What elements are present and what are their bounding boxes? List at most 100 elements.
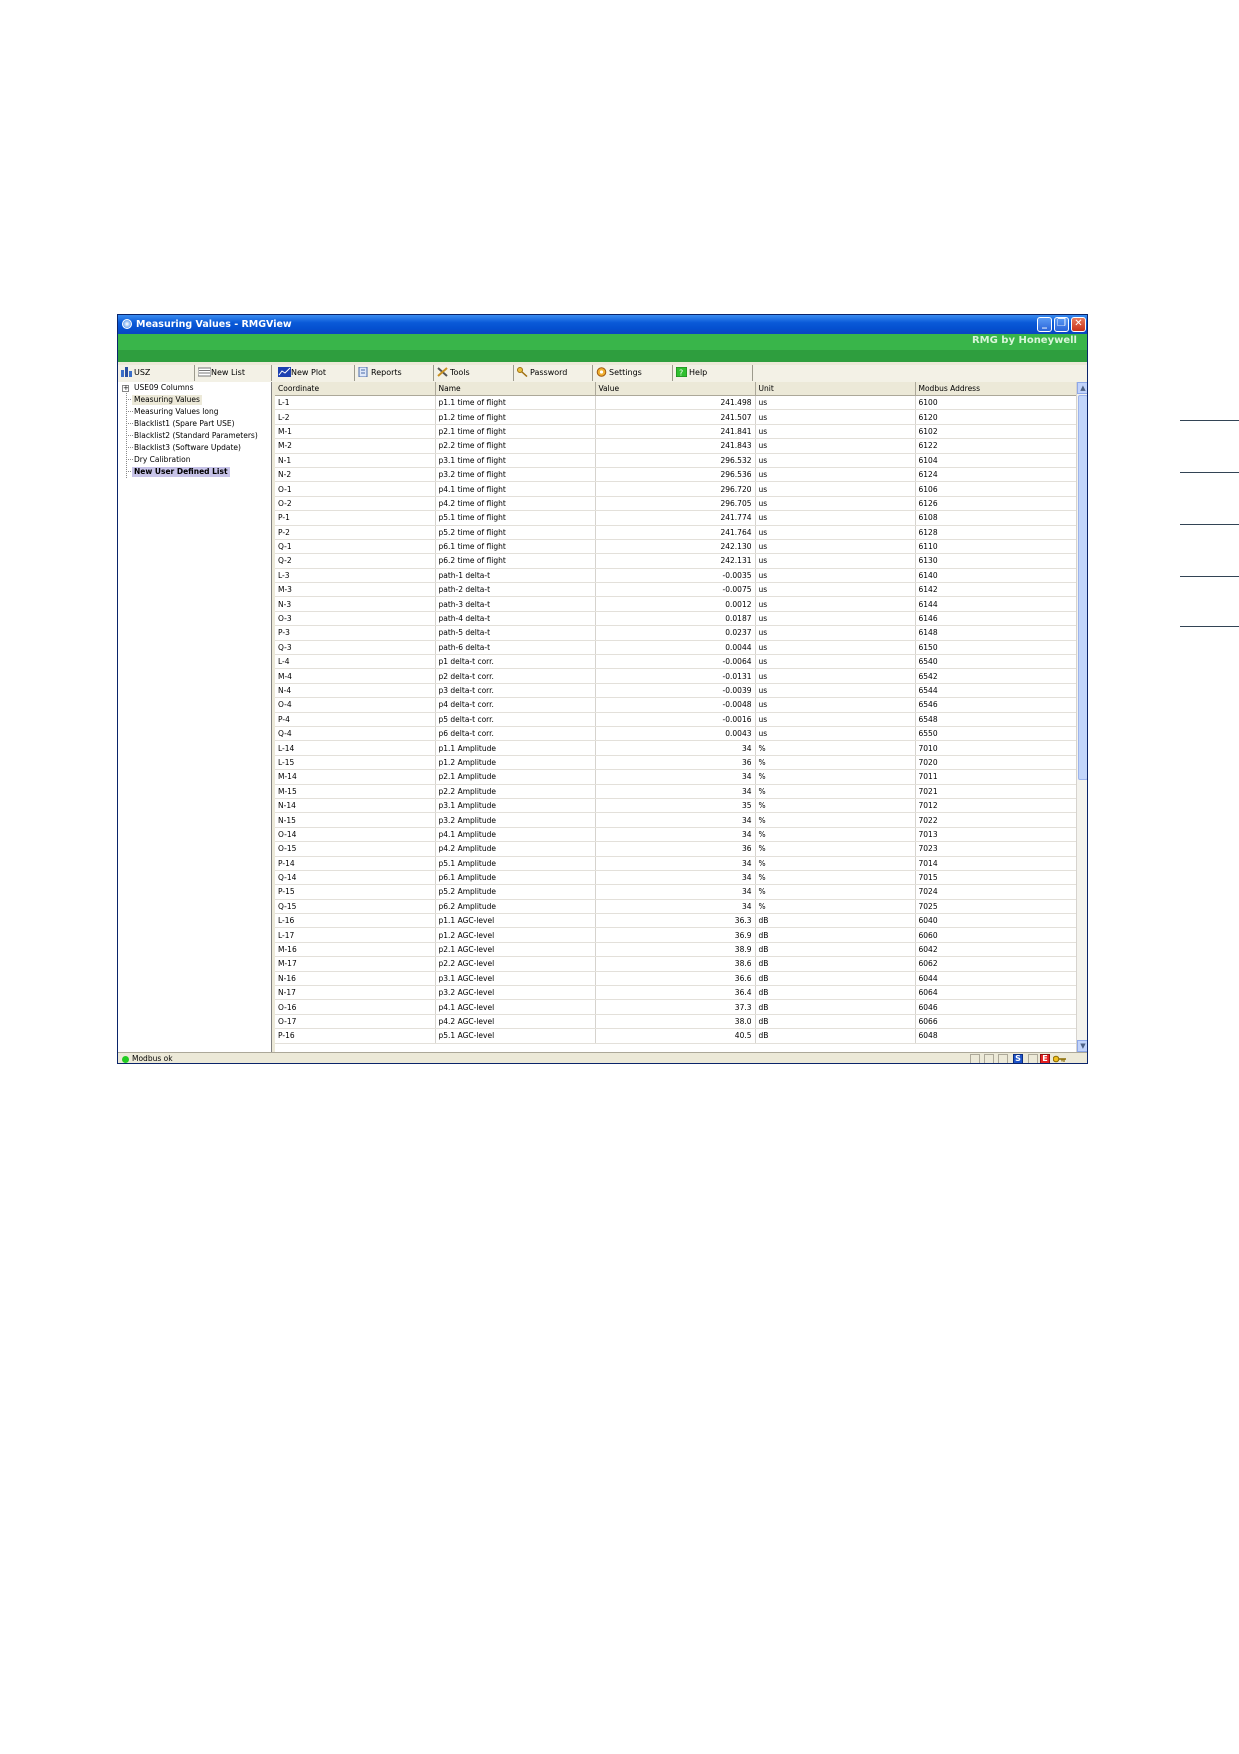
password-button[interactable]: Password: [514, 365, 593, 381]
cell-unit: %: [755, 784, 916, 799]
table-row[interactable]: Q-3 path-6 delta-t 0.0044 us 6150: [275, 640, 1076, 656]
table-row[interactable]: L-4 p1 delta-t corr. -0.0064 us 6540: [275, 654, 1076, 670]
table-row[interactable]: P-16 p5.1 AGC-level 40.5 dB 6048: [275, 1028, 1076, 1044]
table-row[interactable]: N-14 p3.1 Amplitude 35% 7012: [275, 798, 1076, 814]
table-row[interactable]: P-15 p5.2 Amplitude 34% 7024: [275, 884, 1076, 900]
table-row[interactable]: N-4 p3 delta-t corr. -0.0039 us 6544: [275, 683, 1076, 699]
scroll-up-icon[interactable]: ▲: [1077, 382, 1087, 394]
table-row[interactable]: M-17 p2.2 AGC-level 38.6 dB 6062: [275, 956, 1076, 972]
table-row[interactable]: N-15 p3.2 Amplitude 34% 7022: [275, 812, 1076, 828]
table-row[interactable]: O-17 p4.2 AGC-level 38.0 dB 6066: [275, 1014, 1076, 1030]
tree-item-measuring-values[interactable]: Measuring Values: [132, 395, 202, 405]
cell-coordinate: N-2: [275, 467, 436, 483]
tree-item-blacklist3[interactable]: Blacklist3 (Software Update): [134, 443, 241, 453]
cell-value: 241.764: [595, 525, 756, 540]
cell-name: p6.2 Amplitude: [435, 899, 596, 915]
cell-value: -0.0039: [595, 683, 756, 699]
column-header-value[interactable]: Value: [595, 382, 756, 396]
table-row[interactable]: O-1 p4.1 time of flight 296.720 us 6106: [275, 481, 1076, 497]
table-row[interactable]: O-14 p4.1 Amplitude 34% 7013: [275, 827, 1076, 843]
table-row[interactable]: N-3 path-3 delta-t 0.0012 us 6144: [275, 596, 1076, 612]
table-row[interactable]: O-3 path-4 delta-t 0.0187 us 6146: [275, 611, 1076, 627]
table-row[interactable]: M-2 p2.2 time of flight 241.843 us 6122: [275, 438, 1076, 454]
cell-unit: us: [755, 438, 916, 454]
table-row[interactable]: M-16 p2.1 AGC-level 38.9 dB 6042: [275, 942, 1076, 958]
tree-item-measuring-values-long[interactable]: Measuring Values long: [134, 407, 218, 417]
cell-coordinate: M-16: [275, 942, 436, 958]
table-row[interactable]: Q-15 p6.2 Amplitude 34% 7025: [275, 899, 1076, 915]
cell-name: p4.1 Amplitude: [435, 827, 596, 843]
minimize-button[interactable]: _: [1037, 317, 1052, 332]
tree-item-new-user-defined-list[interactable]: New User Defined List: [132, 467, 230, 477]
cell-unit: us: [755, 453, 916, 468]
status-ok-icon: [122, 1056, 129, 1063]
column-header-coordinate[interactable]: Coordinate: [275, 382, 436, 396]
tools-button[interactable]: Tools: [434, 365, 514, 381]
reports-button[interactable]: Reports: [355, 365, 434, 381]
table-row[interactable]: N-2 p3.2 time of flight 296.536 us 6124: [275, 467, 1076, 483]
cell-value: 0.0044: [595, 640, 756, 656]
column-header-unit[interactable]: Unit: [755, 382, 916, 396]
table-row[interactable]: P-4 p5 delta-t corr. -0.0016 us 6548: [275, 712, 1076, 727]
tree-item-blacklist1[interactable]: Blacklist1 (Spare Part USE): [134, 419, 235, 429]
table-row[interactable]: O-16 p4.1 AGC-level 37.3 dB 6046: [275, 999, 1076, 1015]
cell-coordinate: N-1: [275, 453, 436, 468]
table-row[interactable]: Q-1 p6.1 time of flight 242.130 us 6110: [275, 539, 1076, 555]
cell-modbus-address: 7020: [915, 755, 1076, 771]
table-row[interactable]: O-2 p4.2 time of flight 296.705 us 6126: [275, 496, 1076, 512]
table-row[interactable]: M-4 p2 delta-t corr. -0.0131 us 6542: [275, 668, 1076, 684]
table-row[interactable]: N-1 p3.1 time of flight 296.532 us 6104: [275, 453, 1076, 468]
table-row[interactable]: P-2 p5.2 time of flight 241.764 us 6128: [275, 525, 1076, 540]
new-list-button[interactable]: New List: [195, 365, 272, 381]
tree-expand-icon[interactable]: +: [122, 385, 129, 392]
table-row[interactable]: O-4 p4 delta-t corr. -0.0048 us 6546: [275, 697, 1076, 713]
table-row[interactable]: Q-14 p6.1 Amplitude 34% 7015: [275, 870, 1076, 886]
table-row[interactable]: L-2 p1.2 time of flight 241.507 us 6120: [275, 409, 1076, 425]
column-header-name[interactable]: Name: [435, 382, 596, 396]
table-row[interactable]: M-1 p2.1 time of flight 241.841 us 6102: [275, 424, 1076, 440]
cell-value: 296.536: [595, 467, 756, 483]
tree-item-use09-columns[interactable]: USE09 Columns: [134, 383, 194, 393]
cell-name: p3.1 AGC-level: [435, 971, 596, 987]
new-plot-button[interactable]: New Plot: [275, 365, 355, 381]
cell-unit: us: [755, 467, 916, 483]
column-header-modbus-address[interactable]: Modbus Address: [915, 382, 1076, 396]
table-row[interactable]: Q-2 p6.2 time of flight 242.131 us 6130: [275, 553, 1076, 569]
maximize-button[interactable]: ❐: [1054, 317, 1069, 332]
help-button[interactable]: ? Help: [673, 365, 753, 381]
table-row[interactable]: N-16 p3.1 AGC-level 36.6 dB 6044: [275, 971, 1076, 987]
table-row[interactable]: O-15 p4.2 Amplitude 36% 7023: [275, 841, 1076, 857]
vertical-scrollbar[interactable]: ▲ ▼: [1076, 382, 1087, 1052]
close-button[interactable]: ✕: [1071, 317, 1086, 332]
table-row[interactable]: P-3 path-5 delta-t 0.0237 us 6148: [275, 625, 1076, 641]
table-row[interactable]: L-15 p1.2 Amplitude 36% 7020: [275, 755, 1076, 771]
table-row[interactable]: L-14 p1.1 Amplitude 34% 7010: [275, 740, 1076, 756]
page-rule: [1180, 420, 1239, 421]
table-row[interactable]: M-15 p2.2 Amplitude 34% 7021: [275, 784, 1076, 799]
table-row[interactable]: L-17 p1.2 AGC-level 36.9 dB 6060: [275, 927, 1076, 943]
table-row[interactable]: L-16 p1.1 AGC-level 36.3 dB 6040: [275, 913, 1076, 929]
table-row[interactable]: L-3 path-1 delta-t -0.0035 us 6140: [275, 568, 1076, 584]
table-row[interactable]: N-17 p3.2 AGC-level 36.4 dB 6064: [275, 985, 1076, 1001]
table-row[interactable]: P-1 p5.1 time of flight 241.774 us 6108: [275, 510, 1076, 526]
cell-modbus-address: 6124: [915, 467, 1076, 483]
window-title: Measuring Values - RMGView: [136, 319, 292, 330]
settings-button[interactable]: Settings: [593, 365, 673, 381]
scroll-down-icon[interactable]: ▼: [1077, 1040, 1087, 1052]
scrollbar-thumb[interactable]: [1078, 395, 1087, 780]
usz-button[interactable]: USZ: [118, 365, 195, 381]
cell-name: p5.2 Amplitude: [435, 884, 596, 900]
cell-modbus-address: 6144: [915, 596, 1076, 612]
table-row[interactable]: L-1 p1.1 time of flight 241.498 us 6100: [275, 395, 1076, 411]
cell-name: p2 delta-t corr.: [435, 668, 596, 684]
tree-item-blacklist2[interactable]: Blacklist2 (Standard Parameters): [134, 431, 258, 441]
table-row[interactable]: P-14 p5.1 Amplitude 34% 7014: [275, 856, 1076, 871]
title-bar[interactable]: Measuring Values - RMGView _ ❐ ✕: [118, 315, 1087, 334]
table-row[interactable]: M-3 path-2 delta-t -0.0075 us 6142: [275, 582, 1076, 598]
cell-modbus-address: 6550: [915, 726, 1076, 742]
cell-name: p4.2 Amplitude: [435, 841, 596, 857]
table-row[interactable]: Q-4 p6 delta-t corr. 0.0043 us 6550: [275, 726, 1076, 742]
tree-item-dry-calibration[interactable]: Dry Calibration: [134, 455, 191, 465]
table-row[interactable]: M-14 p2.1 Amplitude 34% 7011: [275, 769, 1076, 785]
brand-bar-lower: [118, 350, 1087, 362]
